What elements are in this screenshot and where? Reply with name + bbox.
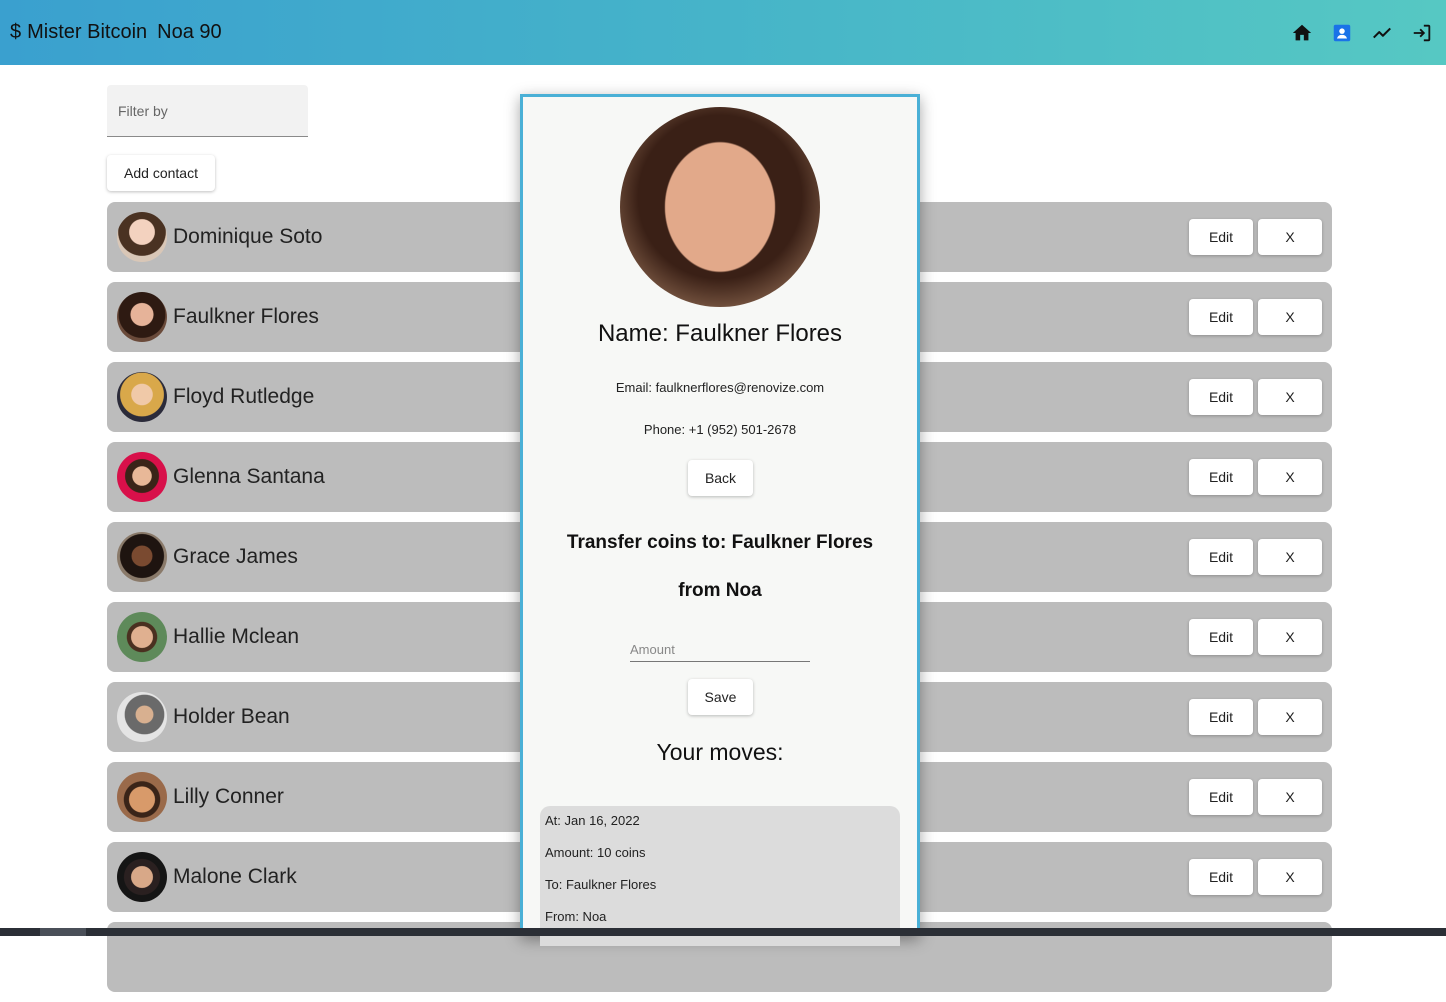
avatar bbox=[117, 772, 167, 822]
contact-email: Email: faulknerflores@renovize.com bbox=[615, 380, 825, 395]
avatar bbox=[117, 612, 167, 662]
delete-button[interactable]: X bbox=[1258, 539, 1322, 575]
contact-name: Faulkner Flores bbox=[173, 305, 319, 328]
row-actions: Edit X bbox=[1189, 379, 1322, 415]
avatar bbox=[117, 212, 167, 262]
edit-button[interactable]: Edit bbox=[1189, 779, 1253, 815]
delete-button[interactable]: X bbox=[1258, 699, 1322, 735]
delete-button[interactable]: X bbox=[1258, 459, 1322, 495]
avatar bbox=[117, 372, 167, 422]
amount-input[interactable] bbox=[630, 637, 810, 662]
dollar-icon: $ bbox=[10, 21, 22, 43]
edit-button[interactable]: Edit bbox=[1189, 299, 1253, 335]
row-actions: Edit X bbox=[1189, 539, 1322, 575]
avatar bbox=[117, 292, 167, 342]
contact-name: Hallie Mclean bbox=[173, 625, 300, 648]
row-actions: Edit X bbox=[1189, 779, 1322, 815]
delete-button[interactable]: X bbox=[1258, 379, 1322, 415]
contact-photo bbox=[620, 107, 820, 307]
row-actions: Edit X bbox=[1189, 299, 1322, 335]
contact-name: Glenna Santana bbox=[173, 465, 325, 488]
transfer-from: from Noa bbox=[678, 580, 762, 601]
move-to: To: Faulkner Flores bbox=[545, 877, 657, 892]
edit-button[interactable]: Edit bbox=[1189, 459, 1253, 495]
move-date: At: Jan 16, 2022 bbox=[545, 813, 640, 828]
contact-name: Malone Clark bbox=[173, 865, 297, 888]
edit-button[interactable]: Edit bbox=[1189, 699, 1253, 735]
row-actions: Edit X bbox=[1189, 459, 1322, 495]
contact-name: Grace James bbox=[173, 545, 298, 568]
edit-button[interactable]: Edit bbox=[1189, 379, 1253, 415]
edit-button[interactable]: Edit bbox=[1189, 219, 1253, 255]
chart-icon[interactable] bbox=[1370, 21, 1394, 45]
main-nav bbox=[1290, 21, 1434, 45]
edit-button[interactable]: Edit bbox=[1189, 859, 1253, 895]
delete-button[interactable]: X bbox=[1258, 219, 1322, 255]
avatar bbox=[117, 452, 167, 502]
row-actions: Edit X bbox=[1189, 219, 1322, 255]
home-icon[interactable] bbox=[1290, 21, 1314, 45]
delete-button[interactable]: X bbox=[1258, 299, 1322, 335]
contact-name: Holder Bean bbox=[173, 705, 290, 728]
contact-name-heading: Name: Faulkner Flores bbox=[597, 320, 843, 347]
contact-details-panel: Name: Faulkner Flores Email: faulknerflo… bbox=[520, 94, 920, 946]
user-balance: Noa 90 bbox=[157, 21, 222, 43]
contacts-icon[interactable] bbox=[1330, 21, 1354, 45]
logout-icon[interactable] bbox=[1410, 21, 1434, 45]
app-header: $ Mister Bitcoin Noa 90 bbox=[0, 0, 1446, 65]
filter-input[interactable]: Filter by bbox=[107, 85, 308, 137]
taskbar-item[interactable] bbox=[40, 928, 86, 936]
move-card: At: Jan 16, 2022 Amount: 10 coins To: Fa… bbox=[540, 806, 900, 946]
row-actions: Edit X bbox=[1189, 699, 1322, 735]
contact-name: Lilly Conner bbox=[173, 785, 284, 808]
edit-button[interactable]: Edit bbox=[1189, 539, 1253, 575]
row-actions: Edit X bbox=[1189, 619, 1322, 655]
delete-button[interactable]: X bbox=[1258, 859, 1322, 895]
contact-name: Dominique Soto bbox=[173, 225, 323, 248]
save-button[interactable]: Save bbox=[688, 679, 753, 715]
avatar bbox=[117, 852, 167, 902]
delete-button[interactable]: X bbox=[1258, 619, 1322, 655]
contact-phone: Phone: +1 (952) 501-2678 bbox=[643, 422, 797, 437]
os-taskbar bbox=[0, 928, 1446, 936]
avatar bbox=[117, 692, 167, 742]
app-title: Mister Bitcoin bbox=[27, 21, 148, 43]
row-actions: Edit X bbox=[1189, 859, 1322, 895]
back-button[interactable]: Back bbox=[688, 460, 753, 496]
move-amount: Amount: 10 coins bbox=[545, 845, 646, 860]
brand[interactable]: $ Mister Bitcoin Noa 90 bbox=[10, 21, 222, 44]
transfer-title: Transfer coins to: Faulkner Flores bbox=[566, 532, 874, 553]
edit-button[interactable]: Edit bbox=[1189, 619, 1253, 655]
add-contact-button[interactable]: Add contact bbox=[107, 155, 215, 191]
avatar bbox=[117, 532, 167, 582]
contact-name: Floyd Rutledge bbox=[173, 385, 315, 408]
moves-title: Your moves: bbox=[656, 739, 784, 765]
delete-button[interactable]: X bbox=[1258, 779, 1322, 815]
